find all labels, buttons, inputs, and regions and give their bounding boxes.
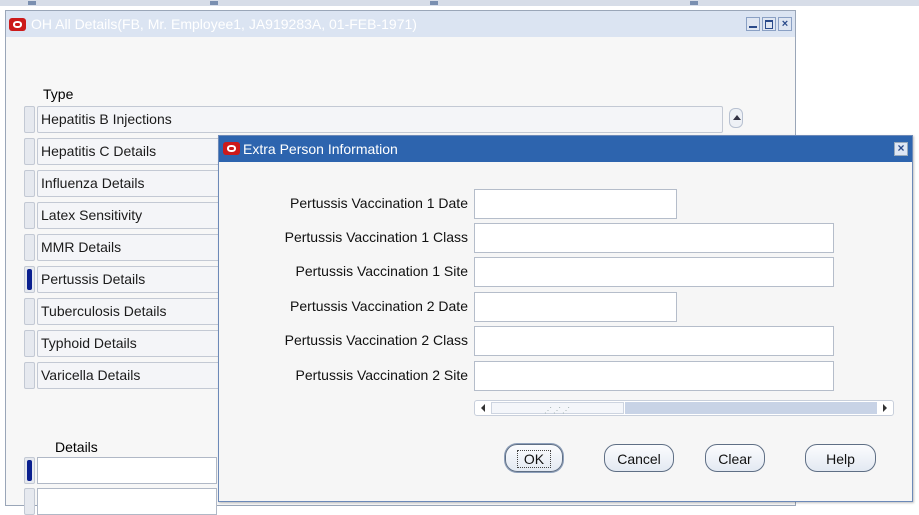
ok-button[interactable]: OK [505, 444, 563, 472]
screen-top-strip [0, 0, 919, 6]
maximize-icon[interactable] [762, 17, 776, 31]
row-indicator[interactable] [24, 298, 35, 325]
field-label: Pertussis Vaccination 2 Date [290, 298, 468, 314]
field-row-vacc2-site: Pertussis Vaccination 2 Site [219, 361, 909, 391]
details-field[interactable] [37, 457, 217, 484]
close-icon[interactable]: × [778, 17, 792, 31]
vaccination-1-class-field[interactable] [474, 223, 834, 253]
details-column-header: Details [55, 439, 98, 455]
details-field[interactable] [37, 488, 217, 515]
close-icon[interactable]: × [894, 142, 908, 156]
field-label: Pertussis Vaccination 1 Class [284, 229, 468, 245]
toolbar-fragment [690, 1, 698, 5]
scroll-up-arrow-icon[interactable] [729, 108, 743, 128]
dialog-title: Extra Person Information [243, 141, 398, 157]
vaccination-1-date-field[interactable] [474, 189, 677, 219]
oracle-logo-icon [223, 142, 240, 155]
row-indicator[interactable] [24, 234, 35, 261]
row-indicator[interactable] [24, 330, 35, 357]
vaccination-2-date-field[interactable] [474, 292, 677, 322]
horizontal-scrollbar[interactable]: ⋰⋰⋰ [474, 400, 894, 416]
dialog-titlebar[interactable]: Extra Person Information × [219, 136, 912, 162]
field-label: Pertussis Vaccination 1 Date [290, 195, 468, 211]
scrollbar-track[interactable] [625, 402, 877, 414]
cancel-button[interactable]: Cancel [604, 444, 674, 472]
row-indicator-selected[interactable] [24, 457, 35, 484]
row-indicator[interactable] [24, 202, 35, 229]
main-window-titlebar[interactable]: OH All Details(FB, Mr. Employee1, JA9192… [6, 11, 795, 37]
row-indicator[interactable] [24, 106, 35, 133]
toolbar-fragment [210, 1, 218, 5]
field-row-vacc1-site: Pertussis Vaccination 1 Site [219, 257, 909, 287]
minimize-icon[interactable] [746, 17, 760, 31]
main-window-title: OH All Details(FB, Mr. Employee1, JA9192… [31, 16, 417, 32]
field-row-vacc2-class: Pertussis Vaccination 2 Class [219, 326, 909, 356]
row-indicator[interactable] [24, 170, 35, 197]
row-indicator[interactable] [24, 362, 35, 389]
clear-button[interactable]: Clear [705, 444, 765, 472]
grip-icon: ⋰⋰⋰ [544, 406, 571, 415]
row-indicator-selected[interactable] [24, 266, 35, 293]
scrollbar-thumb[interactable]: ⋰⋰⋰ [491, 402, 624, 415]
type-row-hepatitis-b[interactable]: Hepatitis B Injections [24, 106, 724, 133]
type-column-header: Type [43, 86, 74, 102]
field-label: Pertussis Vaccination 1 Site [295, 263, 469, 279]
vaccination-2-site-field[interactable] [474, 361, 834, 391]
extra-person-information-dialog: Extra Person Information × Pertussis Vac… [218, 135, 913, 502]
clear-button-label: Clear [718, 451, 752, 467]
row-indicator[interactable] [24, 138, 35, 165]
vaccination-2-class-field[interactable] [474, 326, 834, 356]
help-button[interactable]: Help [805, 444, 876, 472]
vaccination-1-site-field[interactable] [474, 257, 834, 287]
field-row-vacc1-class: Pertussis Vaccination 1 Class [219, 223, 909, 253]
toolbar-fragment [430, 1, 438, 5]
field-row-vacc1-date: Pertussis Vaccination 1 Date [219, 189, 909, 219]
ok-button-label: OK [516, 450, 552, 468]
field-label: Pertussis Vaccination 2 Site [295, 367, 469, 383]
oracle-logo-icon [9, 18, 26, 31]
help-button-label: Help [826, 451, 855, 467]
field-label: Pertussis Vaccination 2 Class [284, 332, 468, 348]
scroll-right-arrow-icon[interactable] [878, 402, 892, 414]
field-row-vacc2-date: Pertussis Vaccination 2 Date [219, 292, 909, 322]
scroll-left-arrow-icon[interactable] [476, 402, 490, 414]
cancel-button-label: Cancel [617, 451, 661, 467]
row-indicator[interactable] [24, 488, 35, 515]
type-cell[interactable]: Hepatitis B Injections [37, 106, 723, 133]
window-controls: × [746, 17, 792, 31]
toolbar-fragment [28, 1, 36, 5]
